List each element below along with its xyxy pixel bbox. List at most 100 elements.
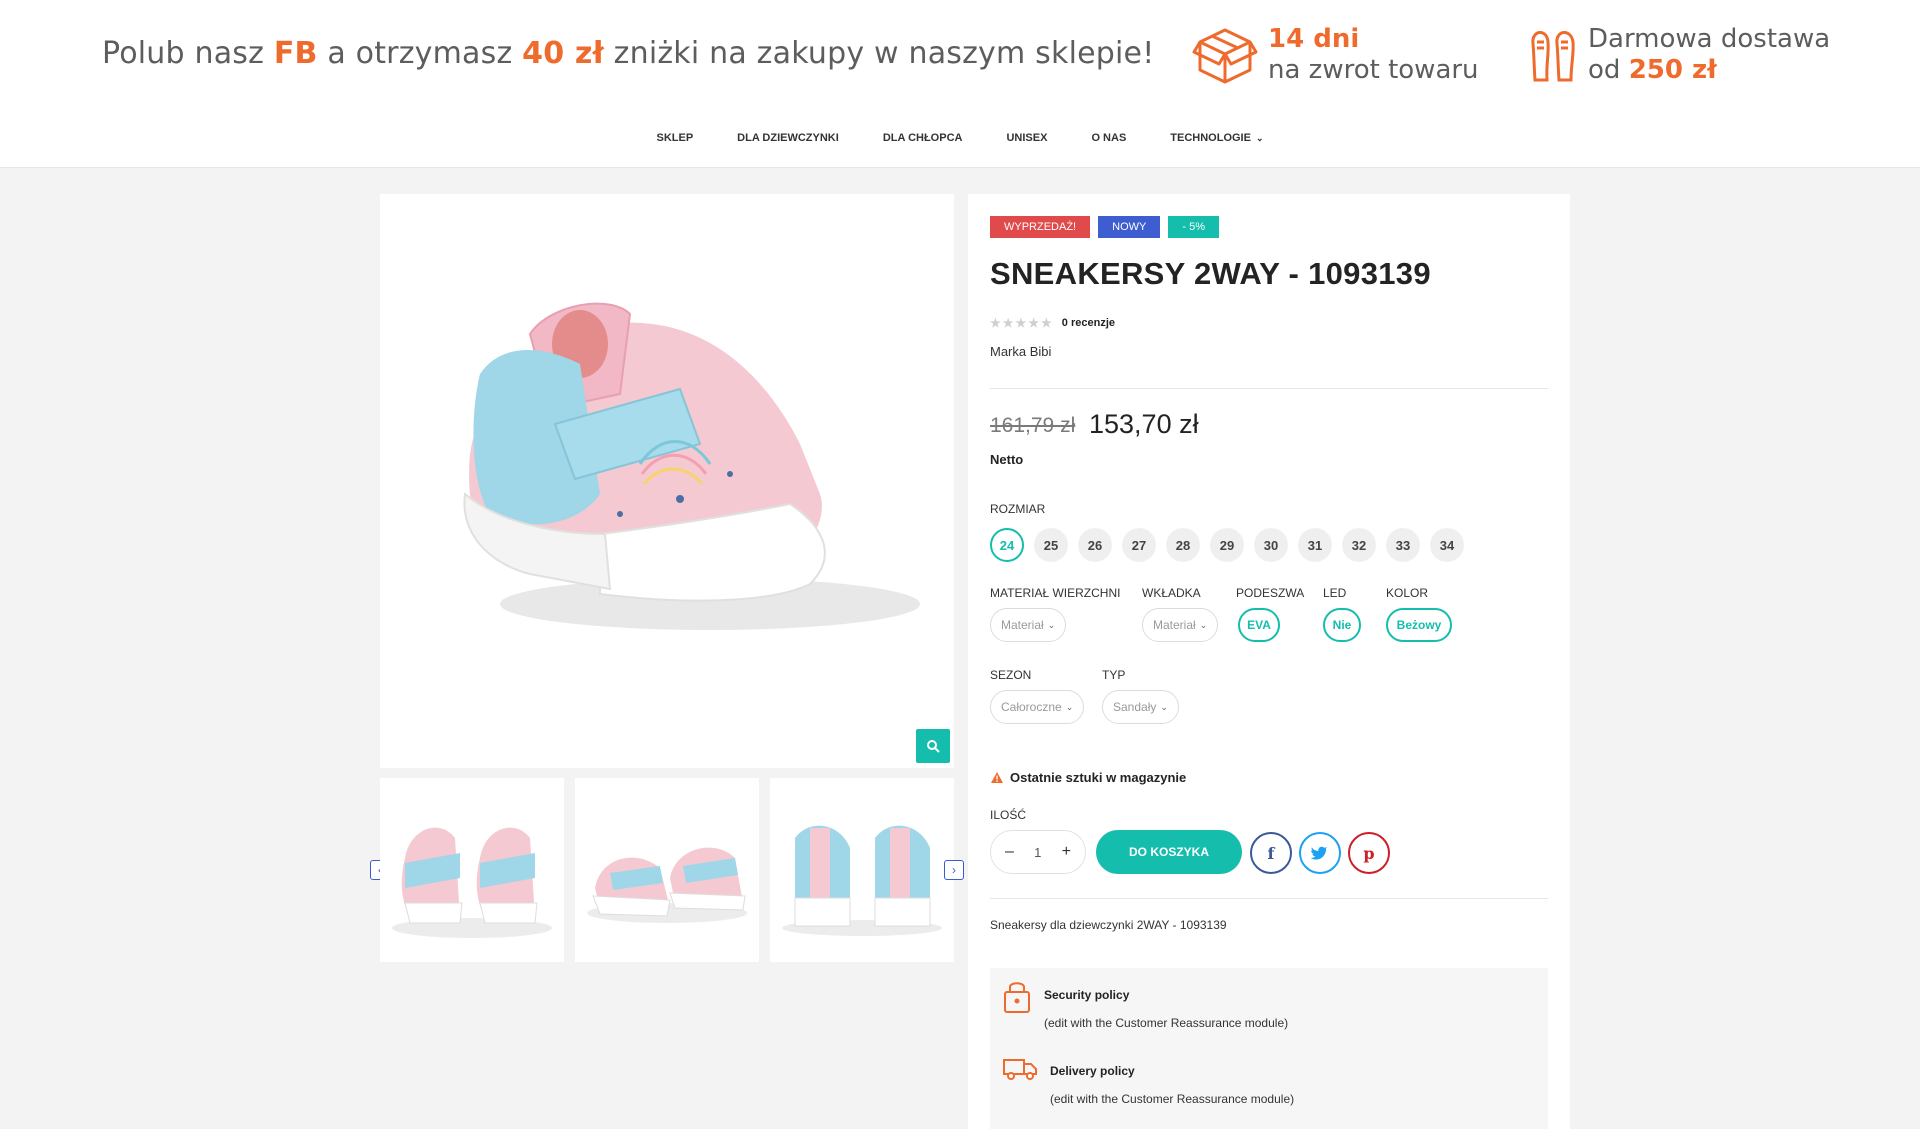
returns-days: 14 dni — [1268, 24, 1360, 54]
stock-text: Ostatnie sztuki w magazynie — [1010, 770, 1187, 785]
size-option[interactable]: 25 — [1034, 528, 1068, 562]
twitter-icon — [1311, 846, 1328, 859]
shoes-icon — [1531, 31, 1575, 82]
product-info-panel: WYPRZEDAŻ! NOWY - 5% SNEAKERSY 2WAY - 10… — [968, 194, 1570, 1129]
chevron-down-icon: ⌄ — [1199, 619, 1208, 630]
insole-select[interactable]: Materiał ⌄ — [1142, 608, 1219, 642]
delivery-amount: 250 zł — [1628, 55, 1717, 85]
sale-badge: WYPRZEDAŻ! — [990, 216, 1091, 238]
old-price: 161,79 zł — [990, 414, 1076, 437]
lock-icon — [1004, 982, 1030, 1013]
type-label: TYP — [1102, 668, 1126, 682]
nav-item-technologies[interactable]: TECHNOLOGIE ⌄ — [1148, 128, 1285, 148]
delivery-perk: Darmowa dostawa od 250 zł — [1528, 24, 1830, 86]
shoe-image — [463, 302, 920, 630]
box-icon — [1192, 28, 1258, 84]
season-select[interactable]: Całoroczne ⌄ — [990, 690, 1085, 724]
material-label: MATERIAŁ WIERZCHNI — [990, 586, 1121, 600]
chevron-down-icon: ⌄ — [1047, 619, 1056, 630]
product-description: Sneakersy dla dziewczynki 2WAY - 1093139 — [990, 918, 1227, 932]
top-bar: Polub nasz FB a otrzymasz 40 zł zniżki n… — [0, 0, 1920, 168]
product-brand: Marka Bibi — [990, 344, 1052, 359]
search-icon — [927, 740, 940, 753]
promo-text-2: a otrzymasz — [317, 36, 523, 71]
nav-label: DLA CHŁOPCA — [882, 132, 963, 144]
thumbnail-strip — [380, 778, 954, 962]
thumbnail-2[interactable] — [575, 778, 759, 962]
sole-label: PODESZWA — [1236, 586, 1305, 600]
nav-label: UNISEX — [1006, 132, 1048, 144]
truck-icon — [1003, 1059, 1037, 1080]
delivery-policy-text: (edit with the Customer Reassurance modu… — [1050, 1092, 1295, 1106]
season-value: Całoroczne — [1001, 700, 1062, 714]
reviews-count: 0 recenzje — [1061, 317, 1115, 329]
qty-decrease-button[interactable]: – — [1005, 843, 1014, 861]
size-option[interactable]: 24 — [990, 528, 1024, 562]
warning-icon — [991, 772, 1003, 783]
customer-reassurance: Security policy (edit with the Customer … — [990, 968, 1548, 1129]
size-option[interactable]: 26 — [1078, 528, 1112, 562]
stock-warning: Ostatnie sztuki w magazynie — [990, 770, 1186, 785]
sole-option[interactable]: EVA — [1238, 608, 1280, 642]
qty-increase-button[interactable]: + — [1062, 843, 1071, 861]
delivery-policy-title: Delivery policy — [1050, 1064, 1135, 1078]
facebook-share-button[interactable]: f — [1250, 832, 1292, 874]
quantity-label: ILOŚĆ — [990, 808, 1027, 822]
add-to-cart-button[interactable]: DO KOSZYKA — [1096, 830, 1242, 874]
security-policy: Security policy (edit with the Customer … — [1002, 978, 1288, 1030]
nav-label: DLA DZIEWCZYNKI — [737, 132, 839, 144]
led-label: LED — [1323, 586, 1347, 600]
nav-item-about[interactable]: O NAS — [1069, 128, 1148, 148]
material-select[interactable]: Materiał ⌄ — [990, 608, 1067, 642]
color-option[interactable]: Beżowy — [1386, 608, 1452, 642]
nav-label: O NAS — [1091, 132, 1127, 144]
pinterest-share-button[interactable]: p — [1348, 832, 1390, 874]
product-title: SNEAKERSY 2WAY - 1093139 — [990, 256, 1431, 291]
nav-item-boys[interactable]: DLA CHŁOPCA — [861, 128, 985, 148]
type-select[interactable]: Sandały ⌄ — [1102, 690, 1179, 724]
nav-item-girls[interactable]: DLA DZIEWCZYNKI — [715, 128, 861, 148]
pinterest-icon: p — [1363, 843, 1375, 863]
promo-text-3: zniżki na zakupy w naszym sklepie! — [603, 36, 1155, 71]
size-option[interactable]: 34 — [1430, 528, 1464, 562]
type-value: Sandały — [1113, 700, 1157, 714]
led-option[interactable]: Nie — [1323, 608, 1361, 642]
current-price: 153,70 zł — [1089, 409, 1199, 439]
divider — [990, 388, 1548, 389]
promo-amount: 40 zł — [522, 36, 604, 71]
size-option[interactable]: 32 — [1342, 528, 1376, 562]
main-nav: SKLEP DLA DZIEWCZYNKI DLA CHŁOPCA UNISEX… — [0, 128, 1920, 148]
size-option[interactable]: 33 — [1386, 528, 1420, 562]
nav-item-shop[interactable]: SKLEP — [634, 128, 715, 148]
size-selector: 24 25 26 27 28 29 30 31 32 33 34 — [990, 528, 1464, 562]
promo-fb: FB — [273, 36, 318, 71]
shoe-thumbnail — [392, 827, 552, 938]
divider — [990, 898, 1548, 899]
delivery-prefix: od — [1588, 55, 1629, 85]
security-policy-text: (edit with the Customer Reassurance modu… — [1044, 1016, 1289, 1030]
twitter-share-button[interactable] — [1299, 832, 1341, 874]
thumbnail-3[interactable] — [770, 778, 954, 962]
thumb-next-arrow[interactable]: › — [944, 860, 964, 880]
size-option[interactable]: 27 — [1122, 528, 1156, 562]
material-value: Materiał — [1001, 618, 1044, 632]
size-option[interactable]: 30 — [1254, 528, 1288, 562]
delivery-line1: Darmowa dostawa — [1588, 24, 1831, 54]
netto-label: Netto — [990, 452, 1024, 467]
nav-item-unisex[interactable]: UNISEX — [984, 128, 1069, 148]
size-option[interactable]: 29 — [1210, 528, 1244, 562]
qty-input[interactable]: 1 — [1034, 845, 1041, 860]
chevron-down-icon: ⌄ — [1160, 701, 1168, 712]
size-label: ROZMIAR — [990, 502, 1046, 516]
product-rating[interactable]: ★★★★★ 0 recenzje — [990, 316, 1115, 330]
season-label: SEZON — [990, 668, 1032, 682]
product-main-image[interactable] — [380, 194, 954, 768]
fb-promo-banner[interactable]: Polub nasz FB a otrzymasz 40 zł zniżki n… — [102, 36, 1154, 71]
thumbnail-1[interactable] — [380, 778, 564, 962]
delivery-policy: Delivery policy (edit with the Customer … — [1002, 1054, 1294, 1106]
zoom-button[interactable] — [916, 729, 950, 763]
size-option[interactable]: 31 — [1298, 528, 1332, 562]
facebook-icon: f — [1267, 843, 1275, 863]
size-option[interactable]: 28 — [1166, 528, 1200, 562]
new-badge: NOWY — [1098, 216, 1161, 238]
